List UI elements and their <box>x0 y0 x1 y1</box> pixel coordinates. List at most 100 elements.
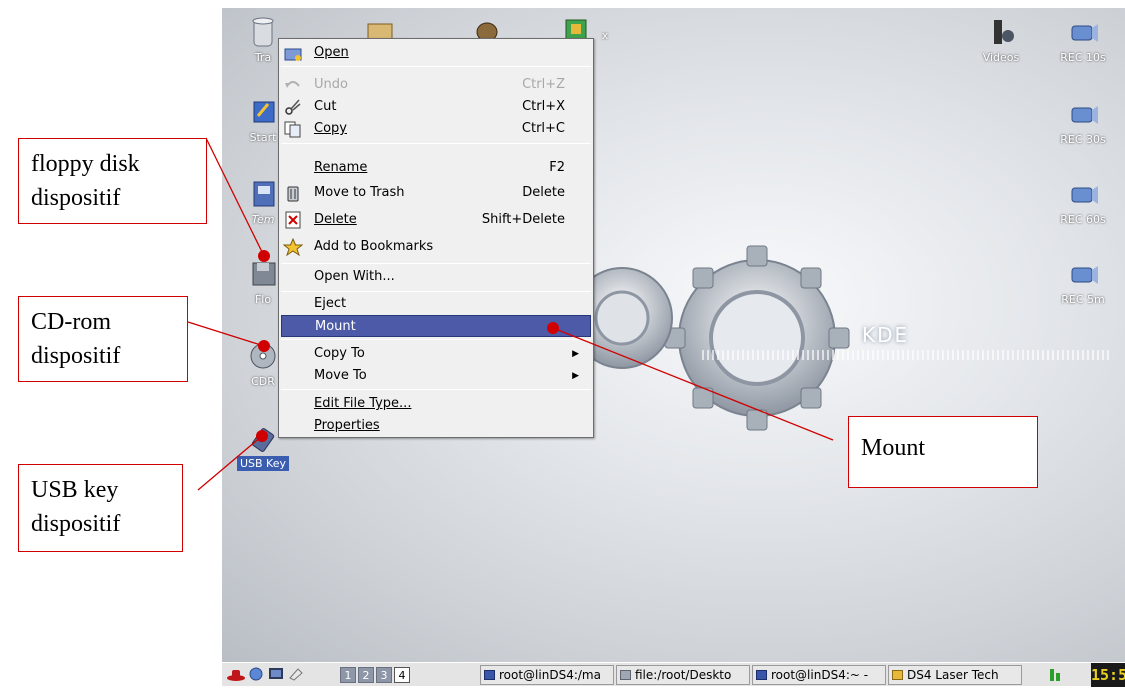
context-menu: Open Undo Ctrl+Z Cut Ctrl+X Copy Ctrl+C … <box>278 38 594 438</box>
menu-item-label: Delete <box>314 212 357 227</box>
usb-key-icon <box>251 428 275 452</box>
desktop-icon-rec-5m[interactable]: REC 5m <box>1048 258 1118 306</box>
templates-icon <box>253 181 275 207</box>
menu-separator <box>281 143 591 144</box>
task-button-terminal-1[interactable]: root@linDS4:/ma <box>480 665 614 685</box>
desktop-icon-rec-30s[interactable]: REC 30s <box>1048 98 1118 146</box>
desktop-icon-label: Flo <box>254 293 272 306</box>
menu-item-label: Copy To <box>314 346 365 361</box>
copy-icon <box>284 121 301 138</box>
desktop-icon-label: USB Key <box>236 456 290 471</box>
menu-item-properties[interactable]: Properties <box>281 415 591 437</box>
menu-item-label: Open With... <box>314 269 395 284</box>
delete-icon <box>285 211 301 229</box>
camera-icon <box>1071 266 1098 284</box>
kde-gears-wallpaper <box>582 245 850 431</box>
task-label: DS4 Laser Tech <box>907 668 999 682</box>
menu-item-shortcut: F2 <box>549 160 565 175</box>
start-icon <box>253 101 275 123</box>
menu-item-edit-file-type[interactable]: Edit File Type... <box>281 393 591 415</box>
folder-icon <box>620 670 631 680</box>
menu-item-add-to-bookmarks[interactable]: Add to Bookmarks <box>281 236 591 258</box>
menu-item-open-with[interactable]: Open With... <box>281 266 591 288</box>
trash-icon <box>287 186 299 202</box>
task-button-terminal-2[interactable]: root@linDS4:~ - <box>752 665 886 685</box>
konqueror-icon[interactable] <box>248 666 266 684</box>
virtual-desktop-1[interactable]: 1 <box>340 667 356 683</box>
clock[interactable]: 15:58 <box>1091 663 1125 687</box>
menu-item-copy-to[interactable]: Copy To ▶ <box>281 343 591 365</box>
trash-icon <box>252 17 274 47</box>
desktop-icon-label: x <box>601 29 609 42</box>
kmenu-hat-icon[interactable] <box>226 666 246 684</box>
menu-item-shortcut: Ctrl+X <box>522 99 565 114</box>
annotation-floppy: floppy disk dispositif <box>18 138 207 224</box>
menu-item-label: Open <box>314 45 349 60</box>
open-folder-icon <box>284 48 302 61</box>
menu-item-shortcut: Ctrl+C <box>521 121 565 136</box>
terminal-icon <box>756 670 767 680</box>
menu-item-label: Add to Bookmarks <box>314 239 434 254</box>
virtual-desktop-3[interactable]: 3 <box>376 667 392 683</box>
task-label: root@linDS4:~ - <box>771 668 869 682</box>
menu-item-copy[interactable]: Copy Ctrl+C <box>281 118 591 140</box>
cdrom-icon <box>250 343 276 369</box>
ds4-icon <box>892 670 903 680</box>
menu-item-label: Move to Trash <box>314 185 405 200</box>
camera-icon <box>1071 24 1098 42</box>
menu-item-shortcut: Delete <box>522 185 565 200</box>
desktop-icon-label: Tra <box>254 51 272 64</box>
menu-item-label: Rename <box>314 160 368 175</box>
terminal-icon <box>484 670 495 680</box>
system-tray-indicator-icon[interactable] <box>1040 666 1070 684</box>
undo-icon <box>285 81 300 88</box>
menu-item-label: Mount <box>315 319 356 334</box>
camera-icon <box>1071 186 1098 204</box>
menu-item-shortcut: Ctrl+Z <box>522 77 565 92</box>
kde-logo-text: KDE <box>862 323 910 347</box>
virtual-desktop-2[interactable]: 2 <box>358 667 374 683</box>
menu-separator <box>281 66 591 67</box>
annotation-mount: Mount <box>848 416 1038 488</box>
menu-item-move-to[interactable]: Move To ▶ <box>281 365 591 387</box>
task-button-file-manager[interactable]: file:/root/Deskto <box>616 665 750 685</box>
desktop-icon-rec-60s[interactable]: REC 60s <box>1048 178 1118 226</box>
task-button-ds4-laser[interactable]: DS4 Laser Tech <box>888 665 1022 685</box>
task-label: root@linDS4:/ma <box>499 668 601 682</box>
floppy-icon <box>252 262 276 286</box>
annotation-cdrom: CD-rom dispositif <box>18 296 188 382</box>
menu-item-label: Properties <box>314 418 380 433</box>
submenu-arrow-icon: ▶ <box>572 371 579 381</box>
menu-item-eject[interactable]: Eject <box>281 293 591 315</box>
menu-item-label: Undo <box>314 77 348 92</box>
desktop-icon-label: REC 30s <box>1060 133 1106 146</box>
menu-item-shortcut: Shift+Delete <box>481 212 565 227</box>
task-label: file:/root/Deskto <box>635 668 732 682</box>
desktop-icon-label: Tem <box>251 213 275 226</box>
virtual-desktop-4[interactable]: 4 <box>394 667 410 683</box>
desktop-icon-rec-10s[interactable]: REC 10s <box>1048 16 1118 64</box>
kde-light-bar <box>702 350 1112 360</box>
desktop-icon-videos[interactable]: Videos <box>966 16 1036 64</box>
menu-item-undo[interactable]: Undo Ctrl+Z <box>281 74 591 96</box>
terminal-icon[interactable] <box>268 666 286 684</box>
menu-separator <box>281 263 591 264</box>
menu-item-mount[interactable]: Mount <box>281 315 591 337</box>
scissors-icon <box>285 99 301 115</box>
menu-item-label: Eject <box>314 296 347 311</box>
notes-icon[interactable] <box>288 666 306 684</box>
menu-separator <box>281 389 591 390</box>
desktop-icon-label: CDR <box>251 375 275 388</box>
menu-item-label: Move To <box>314 368 367 383</box>
desktop-icon-label: REC 5m <box>1061 293 1105 306</box>
menu-item-open[interactable]: Open <box>281 42 591 64</box>
menu-item-delete[interactable]: Delete Shift+Delete <box>281 209 591 231</box>
menu-item-rename[interactable]: Rename F2 <box>281 157 591 179</box>
taskbar: 1 2 3 4 root@linDS4:/ma file:/root/Deskt… <box>222 662 1125 687</box>
desktop-icon-label: Videos <box>982 51 1020 64</box>
desktop-icon-label: REC 60s <box>1060 213 1106 226</box>
submenu-arrow-icon: ▶ <box>572 349 579 359</box>
menu-item-move-to-trash[interactable]: Move to Trash Delete <box>281 182 591 204</box>
annotation-usb: USB key dispositif <box>18 464 183 552</box>
menu-item-cut[interactable]: Cut Ctrl+X <box>281 96 591 118</box>
